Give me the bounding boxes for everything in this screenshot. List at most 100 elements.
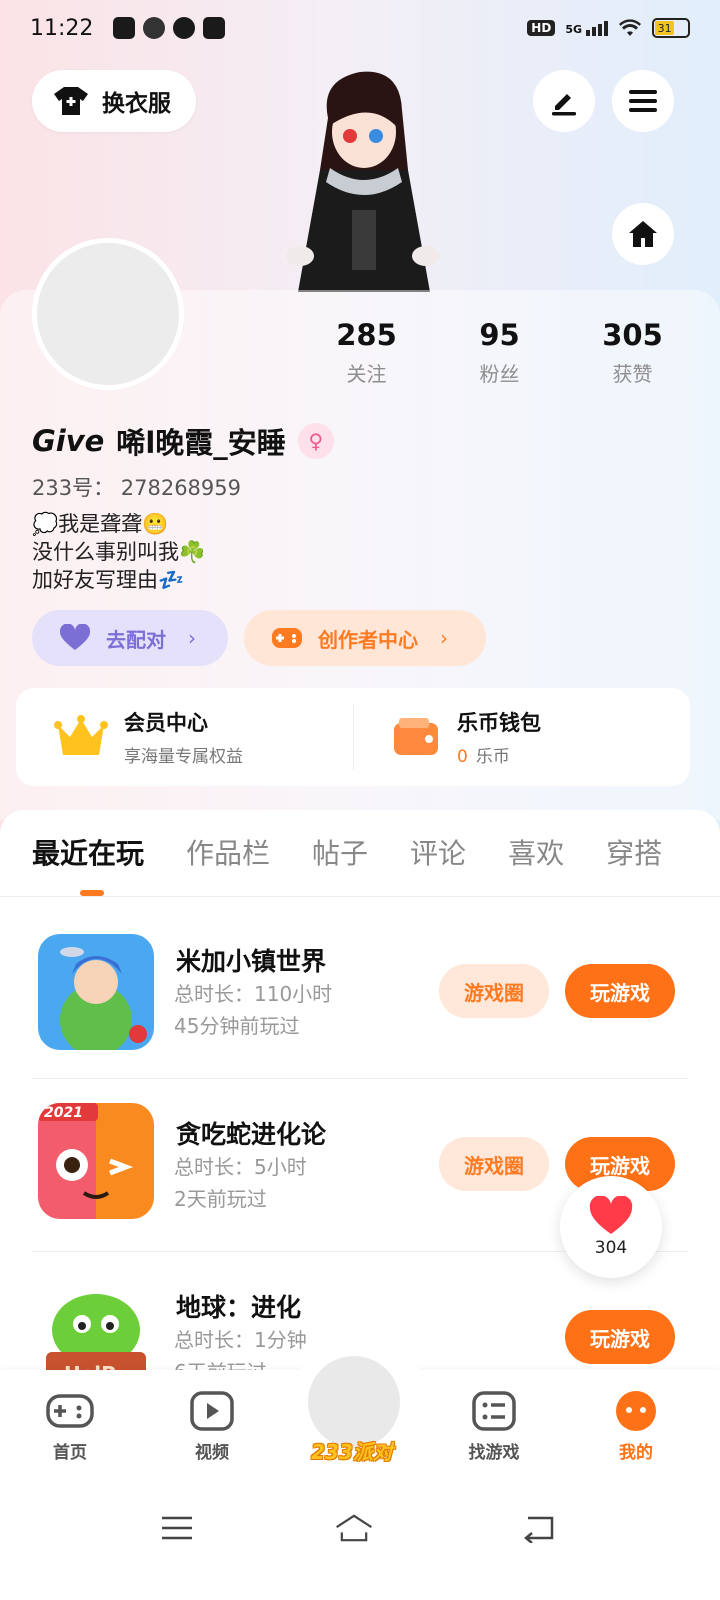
- game-duration: 总时长：1分钟: [174, 1328, 307, 1352]
- menu-button[interactable]: [612, 70, 674, 132]
- home-space-button[interactable]: [612, 203, 674, 265]
- play-game-button[interactable]: 玩游戏: [565, 964, 675, 1018]
- game-last-played: 45分钟前玩过: [174, 1014, 300, 1038]
- username-rest: 唏l晚霞_安睡: [116, 426, 286, 460]
- status-bar: 11:22 HD 5G 31: [0, 0, 720, 56]
- change-outfit-label: 换衣服: [102, 91, 171, 117]
- wallet-amount: 0: [457, 747, 468, 767]
- menu-icon: [629, 90, 657, 112]
- like-floating-button[interactable]: 304: [560, 1176, 662, 1278]
- game-duration: 总时长：5小时: [174, 1155, 307, 1179]
- status-time: 11:22: [30, 15, 94, 41]
- tab-recently-played[interactable]: 最近在玩: [32, 832, 144, 872]
- creator-center-button[interactable]: 创作者中心 ›: [244, 610, 486, 666]
- tab-comments[interactable]: 评论: [410, 832, 466, 872]
- back-button[interactable]: [518, 1508, 558, 1548]
- gamepad-nav-icon: [46, 1394, 94, 1428]
- edit-pen-icon: [552, 94, 576, 116]
- creator-center-label: 创作者中心: [318, 627, 418, 652]
- bio-line: 没什么事别叫我☘️: [32, 540, 206, 564]
- stat-value: 95: [479, 318, 520, 352]
- tshirt-icon: [54, 87, 88, 115]
- stats-row: 285 关注 95 粉丝 305 获赞: [300, 318, 700, 387]
- link-notification-icon: [143, 17, 166, 39]
- wallet-title: 乐币钱包: [457, 711, 541, 735]
- game-duration: 总时长：110小时: [174, 982, 333, 1006]
- nav-label: 我的: [619, 1443, 653, 1463]
- video-play-icon: [190, 1391, 234, 1431]
- game-circle-button[interactable]: 游戏圈: [439, 964, 549, 1018]
- app-notification-icon: [203, 17, 226, 39]
- game-meta: 总时长：5小时 2天前玩过: [174, 1151, 307, 1215]
- party-avatar[interactable]: [308, 1356, 400, 1448]
- wifi-icon: [619, 19, 641, 36]
- battery-icon: 31: [652, 18, 690, 38]
- smiley-face-icon: [616, 1391, 656, 1431]
- nav-mine[interactable]: 我的: [576, 1390, 696, 1463]
- match-button[interactable]: 去配对 ›: [32, 610, 228, 666]
- match-label: 去配对: [106, 627, 166, 652]
- play-notification-icon: [173, 17, 196, 39]
- game-meta: 总时长：110小时 45分钟前玩过: [174, 978, 332, 1042]
- nav-video[interactable]: 视频: [152, 1390, 272, 1463]
- stat-followers[interactable]: 95 粉丝: [433, 318, 566, 387]
- username-prefix: Give: [32, 424, 105, 458]
- vip-title: 会员中心: [124, 711, 208, 735]
- stat-label: 关注: [346, 362, 387, 386]
- game-name: 贪吃蛇进化论: [176, 1120, 327, 1149]
- home-button[interactable]: [334, 1508, 374, 1548]
- recent-apps-button[interactable]: [157, 1508, 197, 1548]
- tiktok-notification-icon: [113, 17, 136, 39]
- stat-label: 获赞: [612, 362, 653, 386]
- member-card: 会员中心 享海量专属权益 乐币钱包 0 乐币: [16, 688, 690, 786]
- chevron-right-icon: ›: [440, 626, 448, 650]
- nav-label: 首页: [53, 1443, 87, 1463]
- profile-photo[interactable]: [32, 238, 184, 390]
- nav-party-label[interactable]: 233派对: [300, 1436, 404, 1465]
- stat-likes[interactable]: 305 获赞: [566, 318, 699, 387]
- menu-lines-icon: [162, 1516, 192, 1540]
- tab-posts[interactable]: 帖子: [312, 832, 368, 872]
- tab-outfits[interactable]: 穿搭: [606, 832, 662, 872]
- female-gender-icon: ♀: [297, 423, 334, 459]
- tab-likes[interactable]: 喜欢: [508, 832, 564, 872]
- game-last-played: 2天前玩过: [174, 1187, 267, 1211]
- username: Give 唏l晚霞_安睡 ♀: [32, 420, 334, 462]
- battery-level: 31: [655, 21, 675, 35]
- nav-find-games[interactable]: 找游戏: [434, 1390, 554, 1463]
- stat-label: 粉丝: [479, 362, 520, 386]
- profile-tabs: 最近在玩 作品栏 帖子 评论 喜欢 穿搭: [32, 832, 662, 872]
- avatar-character[interactable]: [280, 60, 450, 292]
- house-icon: [629, 221, 657, 247]
- red-heart-icon: [589, 1196, 633, 1234]
- signal-icon: 5G: [565, 20, 608, 36]
- game-name: 地球：进化: [176, 1293, 302, 1322]
- game-icon[interactable]: 2021: [38, 1103, 154, 1219]
- list-icon: [472, 1391, 516, 1431]
- game-circle-button[interactable]: 游戏圈: [439, 1137, 549, 1191]
- edit-button[interactable]: [533, 70, 595, 132]
- back-arrow-icon: [524, 1516, 554, 1543]
- wallet-icon: [394, 718, 438, 755]
- tabs-divider: [0, 896, 720, 897]
- game-icon[interactable]: [38, 934, 154, 1050]
- crown-icon: [54, 715, 108, 755]
- game-row[interactable]: 米加小镇世界 总时长：110小时 45分钟前玩过 游戏圈 玩游戏: [0, 910, 720, 1082]
- game-name: 米加小镇世界: [176, 947, 327, 976]
- change-outfit-button[interactable]: 换衣服: [32, 70, 196, 132]
- game-icon-badge: 2021: [44, 1105, 83, 1121]
- stat-value: 285: [336, 318, 397, 352]
- bio-line: 💭我是聋聋😬: [32, 512, 169, 536]
- play-game-button[interactable]: 玩游戏: [565, 1310, 675, 1364]
- bio-line: 加好友写理由💤: [32, 568, 185, 592]
- wallet-entry[interactable]: 乐币钱包 0 乐币: [353, 688, 690, 786]
- heart-icon: [59, 624, 91, 650]
- stat-value: 305: [602, 318, 663, 352]
- member-divider: [353, 704, 354, 770]
- nav-home[interactable]: 首页: [10, 1390, 130, 1463]
- tab-works[interactable]: 作品栏: [186, 832, 270, 872]
- stat-following[interactable]: 285 关注: [300, 318, 433, 387]
- vip-center-entry[interactable]: 会员中心 享海量专属权益: [16, 688, 353, 786]
- like-count: 304: [594, 1238, 628, 1258]
- user-id[interactable]: 233号： 278268959: [32, 472, 241, 502]
